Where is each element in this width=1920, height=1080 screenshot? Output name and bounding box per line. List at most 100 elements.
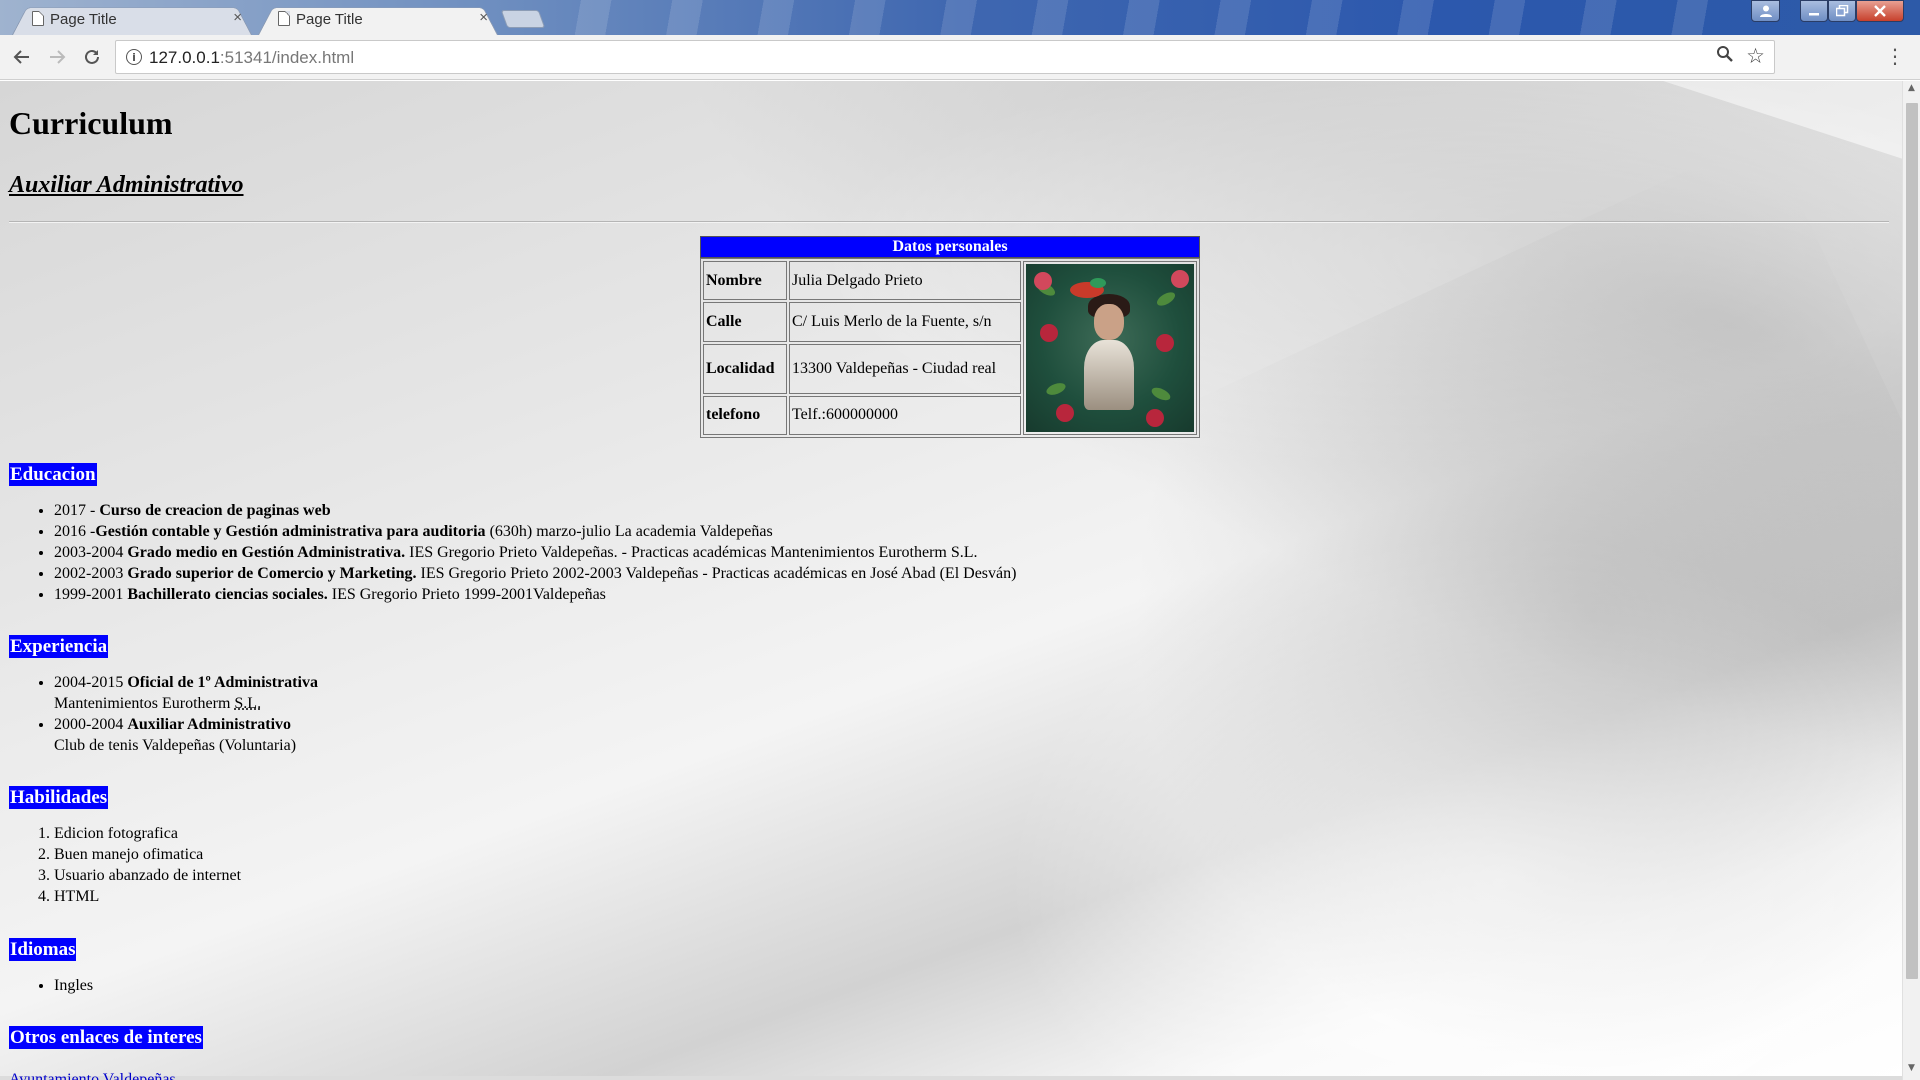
abbreviation[interactable]: S.L. [234,695,261,712]
minimize-button[interactable] [1800,0,1828,22]
back-arrow-icon [13,50,29,64]
tab-shape [12,7,252,35]
table-row: Nombre Julia Delgado Prieto [703,261,1197,435]
section-heading: Educacion [9,463,97,486]
browser-tab[interactable]: Page Title × [12,3,252,35]
tab-shape [258,7,498,35]
item-date: 1999-2001 [54,586,128,603]
item-detail: IES Gregorio Prieto 1999-2001Valdepeñas [327,586,606,603]
photo-cell [1023,261,1197,435]
row-value: 13300 Valdepeñas - Ciudad real [789,343,1021,394]
divider [9,221,1889,223]
section-heading: Habilidades [9,786,109,809]
profile-button[interactable] [1751,0,1780,22]
reload-button[interactable] [78,43,106,71]
item-date: 2000-2004 [54,716,128,733]
item-date: 2004-2015 [54,674,128,691]
list-item: 1999-2001 Bachillerato ciencias sociales… [54,584,1016,605]
item-date: 2003-2004 [54,544,128,561]
skills-list: Edicion fotografica Buen manejo ofimatic… [9,823,241,907]
close-icon [1874,5,1886,17]
page-subtitle: Auxiliar Administrativo [9,172,244,198]
page-body: Curriculum Auxiliar Administrativo Datos… [9,81,1889,1080]
close-tab-icon[interactable]: × [233,9,242,26]
kebab-menu-icon[interactable]: ⋮ [1885,44,1905,70]
item-title: Gestión contable y Gestión administrativ… [95,523,486,540]
languages-section: Idiomas Ingles [9,938,93,996]
links-section: Otros enlaces de interes [9,1026,203,1049]
magnifier-icon[interactable] [1716,45,1734,68]
row-value: Telf.:600000000 [789,395,1021,435]
item-title: Auxiliar Administrativo [127,716,292,733]
row-label: Localidad [703,343,787,394]
list-item: Buen manejo ofimatica [54,844,241,865]
forward-button[interactable] [43,43,71,71]
close-window-button[interactable] [1856,0,1904,22]
list-item: 2002-2003 Grado superior de Comercio y M… [54,563,1016,584]
skills-section: Habilidades Edicion fotografica Buen man… [9,786,241,907]
browser-tab-active[interactable]: Page Title × [258,3,498,35]
page-viewport: Curriculum Auxiliar Administrativo Datos… [0,81,1902,1080]
url-host: 127.0.0.1 [149,48,220,67]
row-label: telefono [703,395,787,435]
profile-icon [1759,5,1772,17]
item-date: 2016 - [54,523,96,540]
item-title: Bachillerato ciencias sociales. [127,586,328,603]
new-tab-button[interactable] [500,10,546,28]
list-item: Usuario abanzado de internet [54,865,241,886]
scroll-up-arrow-icon[interactable]: ▲ [1903,83,1920,99]
table-caption: Datos personales [700,236,1200,258]
row-value: C/ Luis Merlo de la Fuente, s/n [789,302,1021,342]
url-text: 127.0.0.1:51341/index.html [149,48,354,68]
section-heading: Otros enlaces de interes [9,1026,203,1049]
item-title: Oficial de 1º Administrativa [127,674,318,691]
profile-photo [1026,264,1194,432]
url-path: :51341/index.html [219,48,355,67]
maximize-button[interactable] [1828,0,1856,22]
row-value: Julia Delgado Prieto [789,261,1021,301]
row-label: Calle [703,302,787,342]
star-icon[interactable]: ☆ [1746,44,1765,68]
item-title: Grado superior de Comercio y Marketing. [127,565,417,582]
list-item: 2016 -Gestión contable y Gestión adminis… [54,521,1016,542]
list-item: Ingles [54,975,93,996]
reload-icon [85,49,99,64]
list-item: 2000-2004 Auxiliar Administrativo Club d… [54,714,318,756]
list-item: 2003-2004 Grado medio en Gestión Adminis… [54,542,1016,563]
scroll-down-arrow-icon[interactable]: ▼ [1903,1063,1920,1079]
close-tab-icon[interactable]: × [479,9,488,26]
horizontal-scrollbar[interactable] [0,1076,1902,1080]
experience-section: Experiencia 2004-2015 Oficial de 1º Admi… [9,635,318,756]
tab-title: Page Title [50,10,117,28]
address-bar[interactable]: i 127.0.0.1:51341/index.html ☆ [115,40,1775,74]
minimize-icon [1809,13,1819,16]
section-heading: Experiencia [9,635,109,658]
external-link[interactable]: Ayuntamiento Valdepeñas [9,1071,176,1080]
browser-toolbar: i 127.0.0.1:51341/index.html ☆ ⋮ [0,35,1920,80]
row-label: Nombre [703,261,787,301]
vertical-scrollbar[interactable]: ▲ ▼ [1902,81,1920,1080]
back-button[interactable] [8,43,36,71]
forward-arrow-icon [50,50,66,64]
item-detail: (630h) marzo-julio La academia Valdepeña… [485,523,773,540]
section-heading: Idiomas [9,938,77,961]
page-icon [278,11,290,26]
list-item: Edicion fotografica [54,823,241,844]
item-employer: Mantenimientos Eurotherm [54,695,235,712]
tab-strip: Page Title × Page Title × [0,0,1920,35]
personal-data-table: Datos personales Nombre Julia Delgado Pr… [700,236,1200,438]
list-item: 2017 - Curso de creacion de paginas web [54,500,1016,521]
item-detail: IES Gregorio Prieto Valdepeñas. - Practi… [405,544,978,561]
info-icon[interactable]: i [126,49,142,65]
item-title: Curso de creacion de paginas web [99,502,331,519]
page-icon [32,11,44,26]
tab-title: Page Title [296,10,363,28]
education-section: Educacion 2017 - Curso de creacion de pa… [9,463,1016,605]
education-list: 2017 - Curso de creacion de paginas web … [9,500,1016,605]
languages-list: Ingles [9,975,93,996]
list-item: 2004-2015 Oficial de 1º Administrativa M… [54,672,318,714]
scrollbar-thumb[interactable] [1906,103,1918,979]
item-detail: IES Gregorio Prieto 2002-2003 Valdepeñas… [416,565,1017,582]
list-item: HTML [54,886,241,907]
page-title: Curriculum [9,105,173,141]
